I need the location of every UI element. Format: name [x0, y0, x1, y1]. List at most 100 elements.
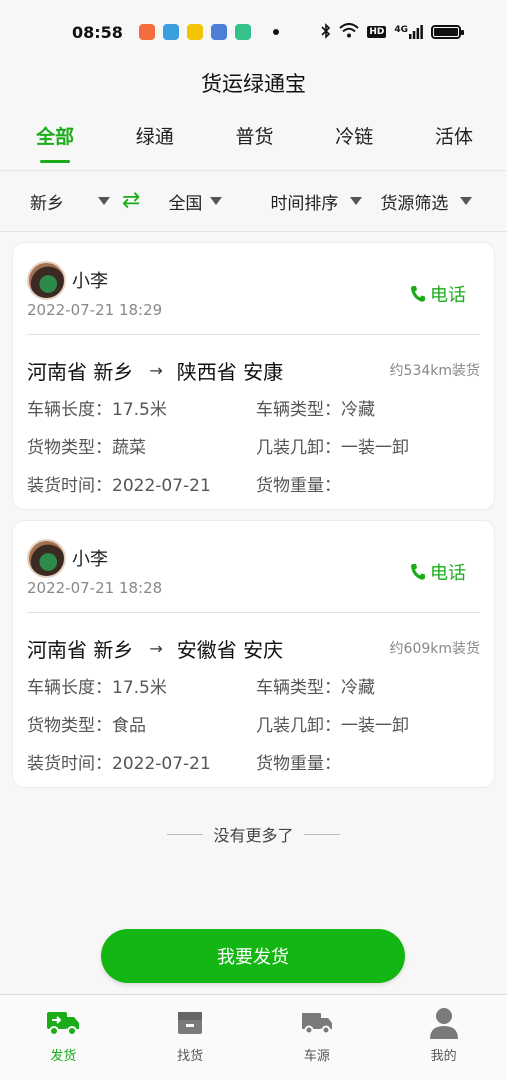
- wifi-icon: [339, 23, 359, 41]
- arrow-right-icon: →: [149, 360, 163, 380]
- destination-label: 全国: [168, 193, 203, 214]
- app-notification-icon: [234, 24, 251, 40]
- origin-select[interactable]: 新乡: [30, 189, 110, 214]
- nav-ship[interactable]: 发货: [0, 995, 127, 1080]
- tab-green-channel[interactable]: 绿通: [132, 122, 178, 149]
- card-header: 小李 2022-07-21 18:28 电话: [27, 521, 480, 613]
- card-header: 小李 2022-07-21 18:29 电话: [27, 243, 480, 335]
- caret-down-icon: [350, 197, 363, 205]
- nav-label: 我的: [430, 1049, 457, 1064]
- profile-icon: [429, 1007, 459, 1039]
- detail-key: 货物类型：: [27, 716, 112, 736]
- detail-value: 一装一卸: [341, 716, 409, 736]
- post-shipment-button[interactable]: 我要发货: [101, 929, 405, 983]
- route-destination: 安徽省 安庆: [176, 637, 284, 662]
- detail-cargo-type: 货物类型：蔬菜: [27, 433, 256, 458]
- truck-icon: [301, 1007, 333, 1039]
- cargo-box-icon: [177, 1007, 203, 1039]
- call-label: 电话: [430, 285, 466, 306]
- nav-find-cargo[interactable]: 找货: [127, 995, 254, 1080]
- end-of-list-text: 没有更多了: [213, 826, 294, 845]
- caret-down-icon: [98, 197, 110, 205]
- poster-line: 小李: [27, 538, 162, 578]
- origin-label: 新乡: [30, 193, 64, 214]
- hd-icon: HD: [367, 26, 387, 38]
- avatar: [27, 538, 66, 578]
- detail-key: 货物重量：: [256, 476, 341, 496]
- status-right: HD 4G: [321, 22, 464, 42]
- filter-bar: 新乡 ⇄ 全国 时间排序 货源筛选: [0, 170, 507, 232]
- listing-card[interactable]: 小李 2022-07-21 18:29 电话 河南省 新乡 → 陕西省 安康 约…: [12, 242, 495, 510]
- nav-label: 发货: [50, 1049, 77, 1064]
- route: 河南省 新乡 → 陕西省 安康 约534km装货: [27, 335, 480, 395]
- nav-vehicles[interactable]: 车源: [254, 995, 381, 1080]
- listing-card[interactable]: 小李 2022-07-21 18:28 电话 河南省 新乡 → 安徽省 安庆 约…: [12, 520, 495, 788]
- detail-cargo-type: 货物类型：食品: [27, 711, 256, 736]
- route: 河南省 新乡 → 安徽省 安庆 约609km装货: [27, 613, 480, 673]
- detail-key: 装货时间：: [27, 476, 112, 496]
- detail-key: 车辆类型：: [256, 678, 341, 698]
- detail-key: 几装几卸：: [256, 438, 341, 458]
- distance-label: 约609km装货: [389, 641, 480, 657]
- status-time: 08:58: [72, 22, 123, 42]
- swap-route-icon[interactable]: ⇄: [122, 190, 140, 212]
- detail-key: 车辆类型：: [256, 400, 341, 420]
- status-left: 08:58: [72, 23, 279, 42]
- sort-label: 时间排序: [270, 193, 339, 214]
- signal-4g-icon: 4G: [394, 25, 423, 39]
- caret-down-icon: [210, 197, 223, 205]
- post-time: 2022-07-21 18:29: [27, 301, 163, 319]
- detail-vehicle-length: 车辆长度：17.5米: [27, 673, 256, 698]
- detail-value: 冷藏: [341, 678, 375, 698]
- detail-load-unload: 几装几卸：一装一卸: [256, 433, 480, 458]
- poster-info: 小李 2022-07-21 18:28: [27, 521, 162, 612]
- route-origin: 河南省 新乡: [27, 637, 134, 662]
- detail-value: 2022-07-21: [112, 754, 211, 774]
- detail-value: 食品: [112, 716, 146, 736]
- poster-name: 小李: [72, 271, 108, 292]
- sort-select[interactable]: 时间排序: [270, 189, 363, 214]
- avatar: [27, 260, 66, 300]
- caret-down-icon: [460, 197, 473, 205]
- detail-load-time: 装货时间：2022-07-21: [27, 749, 256, 774]
- app-notification-icon: [162, 24, 179, 40]
- nav-profile[interactable]: 我的: [380, 995, 507, 1080]
- more-notifications-icon: [272, 29, 279, 35]
- bottom-nav: 发货 找货 车源 我的: [0, 994, 507, 1080]
- end-of-list: 没有更多了: [0, 822, 507, 846]
- status-bar: 08:58 HD 4G: [0, 0, 507, 64]
- route-main: 河南省 新乡 → 陕西省 安康: [27, 356, 283, 385]
- detail-load-time: 装货时间：2022-07-21: [27, 471, 256, 496]
- tab-all[interactable]: 全部: [32, 122, 78, 149]
- call-label: 电话: [430, 563, 466, 584]
- detail-key: 货物类型：: [27, 438, 112, 458]
- detail-value: 一装一卸: [341, 438, 409, 458]
- detail-key: 货物重量：: [256, 754, 341, 774]
- app-notification-icon: [138, 24, 155, 40]
- tab-livestock[interactable]: 活体: [431, 122, 477, 149]
- cargo-filter-select[interactable]: 货源筛选: [380, 189, 473, 214]
- call-button[interactable]: 电话: [410, 559, 466, 585]
- detail-vehicle-type: 车辆类型：冷藏: [256, 673, 480, 698]
- call-button[interactable]: 电话: [410, 281, 466, 307]
- destination-select[interactable]: 全国: [168, 189, 223, 214]
- poster-name: 小李: [72, 549, 108, 570]
- detail-vehicle-type: 车辆类型：冷藏: [256, 395, 480, 420]
- detail-value: 2022-07-21: [112, 476, 211, 496]
- app-notification-icon: [186, 24, 203, 40]
- phone-icon: [410, 563, 426, 581]
- detail-value: 蔬菜: [112, 438, 146, 458]
- detail-key: 几装几卸：: [256, 716, 341, 736]
- route-main: 河南省 新乡 → 安徽省 安庆: [27, 634, 283, 663]
- detail-value: 冷藏: [341, 400, 375, 420]
- detail-value: 17.5米: [112, 400, 167, 420]
- detail-weight: 货物重量：: [256, 749, 480, 774]
- bluetooth-icon: [321, 22, 331, 42]
- tab-cold-chain[interactable]: 冷链: [331, 122, 377, 149]
- detail-weight: 货物重量：: [256, 471, 480, 496]
- cargo-filter-label: 货源筛选: [380, 193, 449, 214]
- listing-details: 车辆长度：17.5米 车辆类型：冷藏 货物类型：蔬菜 几装几卸：一装一卸 装货时…: [27, 395, 480, 496]
- tab-general-cargo[interactable]: 普货: [232, 122, 278, 149]
- ship-truck-icon: [46, 1007, 80, 1039]
- distance-label: 约534km装货: [389, 363, 480, 379]
